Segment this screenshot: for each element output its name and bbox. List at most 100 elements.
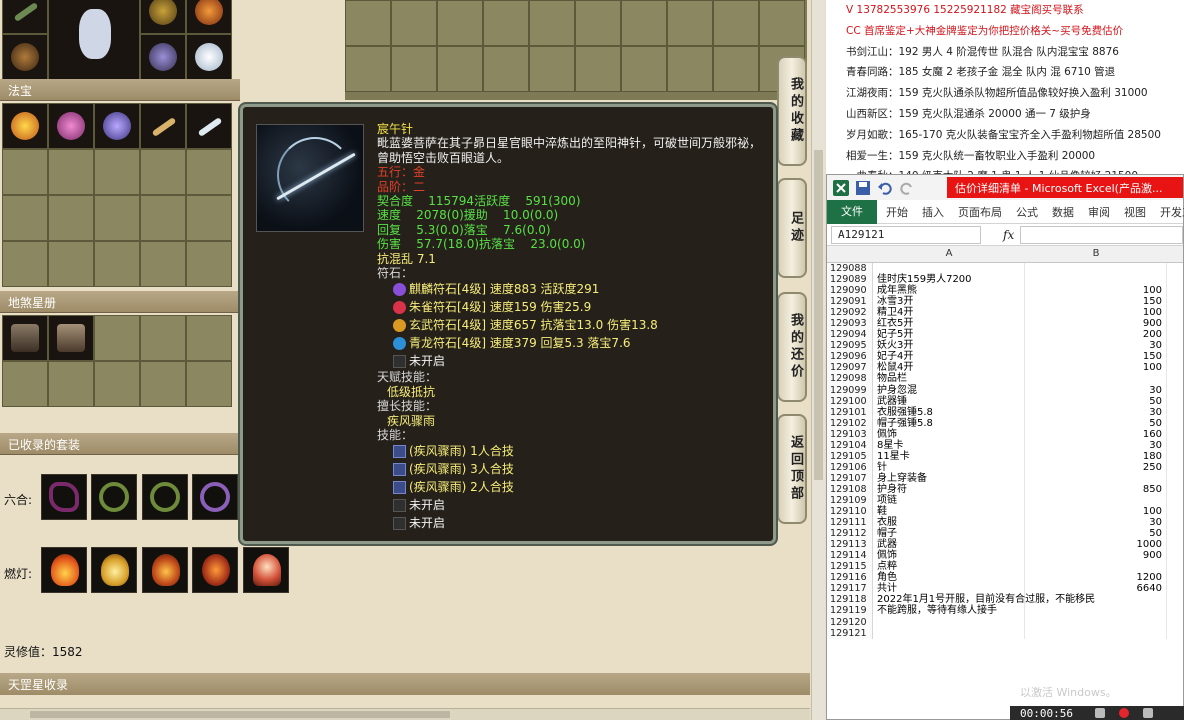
empty-slot[interactable]: [94, 149, 140, 195]
cell-b[interactable]: [1025, 594, 1167, 606]
equip-slot[interactable]: [140, 0, 186, 34]
cell-a[interactable]: 护身忽混: [873, 384, 1025, 396]
cell-b[interactable]: [1025, 561, 1167, 573]
cell-b[interactable]: 30: [1025, 340, 1167, 352]
cell-a[interactable]: 物品栏: [873, 373, 1025, 385]
cell-b[interactable]: 100: [1025, 362, 1167, 374]
cell-a[interactable]: [873, 263, 1025, 275]
empty-slot[interactable]: [667, 0, 713, 46]
cell-a[interactable]: 衣服: [873, 517, 1025, 529]
cell-b[interactable]: 150: [1025, 296, 1167, 308]
cell-b[interactable]: 900: [1025, 318, 1167, 330]
tab-back-to-top[interactable]: 返回顶部: [777, 414, 807, 524]
cell-a[interactable]: 衣服强锤5.8: [873, 406, 1025, 418]
empty-slot[interactable]: [437, 46, 483, 92]
cell-a[interactable]: 冰雪3开: [873, 296, 1025, 308]
tab-file[interactable]: 文件: [827, 199, 877, 224]
empty-slot[interactable]: [483, 46, 529, 92]
cell-a[interactable]: 妃子5开: [873, 329, 1025, 341]
cell-a[interactable]: 帽子: [873, 528, 1025, 540]
tab-developer[interactable]: 开发工: [1153, 204, 1184, 220]
fabao-slot[interactable]: [48, 103, 94, 149]
empty-slot[interactable]: [2, 241, 48, 287]
fabao-slot-selected[interactable]: [186, 103, 232, 149]
row-number[interactable]: 129102: [827, 417, 873, 429]
empty-slot[interactable]: [667, 46, 713, 92]
empty-slot[interactable]: [94, 361, 140, 407]
cell-b[interactable]: 850: [1025, 483, 1167, 495]
cell-a[interactable]: 共计: [873, 583, 1025, 595]
undo-icon[interactable]: [877, 180, 893, 196]
tab-my-favorites[interactable]: 我的收藏: [777, 56, 807, 166]
row-number[interactable]: 129091: [827, 296, 873, 308]
table-row[interactable]: 129090 成年黑熊 100: [827, 285, 1183, 297]
fabao-slot[interactable]: [2, 103, 48, 149]
cell-a[interactable]: 妃子4开: [873, 351, 1025, 363]
tab-footprint[interactable]: 足迹: [777, 178, 807, 278]
empty-slot[interactable]: [713, 0, 759, 46]
cell-a[interactable]: 护身符: [873, 483, 1025, 495]
row-number[interactable]: 129089: [827, 274, 873, 286]
table-row[interactable]: 129106 针 250: [827, 461, 1183, 473]
horizontal-scrollbar[interactable]: [0, 708, 810, 720]
equip-slot-character[interactable]: [48, 0, 140, 80]
cell-b[interactable]: 30: [1025, 517, 1167, 529]
set-item[interactable]: [41, 474, 87, 520]
tab-insert[interactable]: 插入: [915, 204, 951, 220]
empty-slot[interactable]: [2, 195, 48, 241]
tab-review[interactable]: 审阅: [1081, 204, 1117, 220]
cell-b[interactable]: 900: [1025, 550, 1167, 562]
table-row[interactable]: 129108 护身符 850: [827, 483, 1183, 495]
table-row[interactable]: 129103 佩饰 160: [827, 428, 1183, 440]
fx-icon[interactable]: fx: [1003, 228, 1014, 242]
row-number[interactable]: 129088: [827, 263, 873, 275]
row-number[interactable]: 129105: [827, 450, 873, 462]
empty-slot[interactable]: [575, 46, 621, 92]
row-number[interactable]: 129092: [827, 307, 873, 319]
empty-slot[interactable]: [140, 315, 186, 361]
cell-b[interactable]: [1025, 472, 1167, 484]
empty-slot[interactable]: [48, 241, 94, 287]
table-row[interactable]: 129102 帽子强锤5.8 50: [827, 417, 1183, 429]
cell-a[interactable]: 佳时庆159男人7200: [873, 274, 1025, 286]
table-row[interactable]: 129098 物品栏: [827, 373, 1183, 385]
cell-a[interactable]: 2022年1月1号开服，目前没有合过服，不能移民: [873, 594, 1095, 606]
cell-b[interactable]: [1025, 616, 1167, 628]
row-number[interactable]: 129111: [827, 517, 873, 529]
table-row[interactable]: 129107 身上穿装备: [827, 472, 1183, 484]
row-number[interactable]: 129094: [827, 329, 873, 341]
row-number[interactable]: 129097: [827, 362, 873, 374]
cell-a[interactable]: 武器: [873, 539, 1025, 551]
row-number[interactable]: 129118: [827, 594, 873, 606]
empty-slot[interactable]: [140, 241, 186, 287]
table-row[interactable]: 129091 冰雪3开 150: [827, 296, 1183, 308]
table-row[interactable]: 129089 佳时庆159男人7200: [827, 274, 1183, 286]
row-number[interactable]: 129099: [827, 384, 873, 396]
cell-b[interactable]: 50: [1025, 417, 1167, 429]
table-row[interactable]: 129116 角色 1200: [827, 572, 1183, 584]
disha-slot[interactable]: [2, 315, 48, 361]
pause-icon[interactable]: [1094, 708, 1105, 718]
cell-b[interactable]: [1025, 263, 1167, 275]
cell-b[interactable]: 30: [1025, 406, 1167, 418]
cell-b[interactable]: [1025, 373, 1167, 385]
cell-a[interactable]: 佩饰: [873, 550, 1025, 562]
table-row[interactable]: 129105 11星卡 180: [827, 450, 1183, 462]
empty-slot[interactable]: [621, 0, 667, 46]
cell-b[interactable]: [1025, 627, 1167, 639]
row-number[interactable]: 129112: [827, 528, 873, 540]
cell-a[interactable]: 成年黑熊: [873, 285, 1025, 297]
tab-home[interactable]: 开始: [879, 204, 915, 220]
cell-b[interactable]: 1000: [1025, 539, 1167, 551]
tab-view[interactable]: 视图: [1117, 204, 1153, 220]
cell-a[interactable]: 红衣5开: [873, 318, 1025, 330]
scrollbar-thumb[interactable]: [814, 150, 823, 480]
row-number[interactable]: 129119: [827, 605, 873, 617]
cell-b[interactable]: 100: [1025, 506, 1167, 518]
empty-slot[interactable]: [391, 46, 437, 92]
empty-slot[interactable]: [437, 0, 483, 46]
vertical-scrollbar[interactable]: [811, 0, 825, 720]
cell-a[interactable]: 针: [873, 461, 1025, 473]
cell-b[interactable]: 100: [1025, 285, 1167, 297]
empty-slot[interactable]: [2, 149, 48, 195]
